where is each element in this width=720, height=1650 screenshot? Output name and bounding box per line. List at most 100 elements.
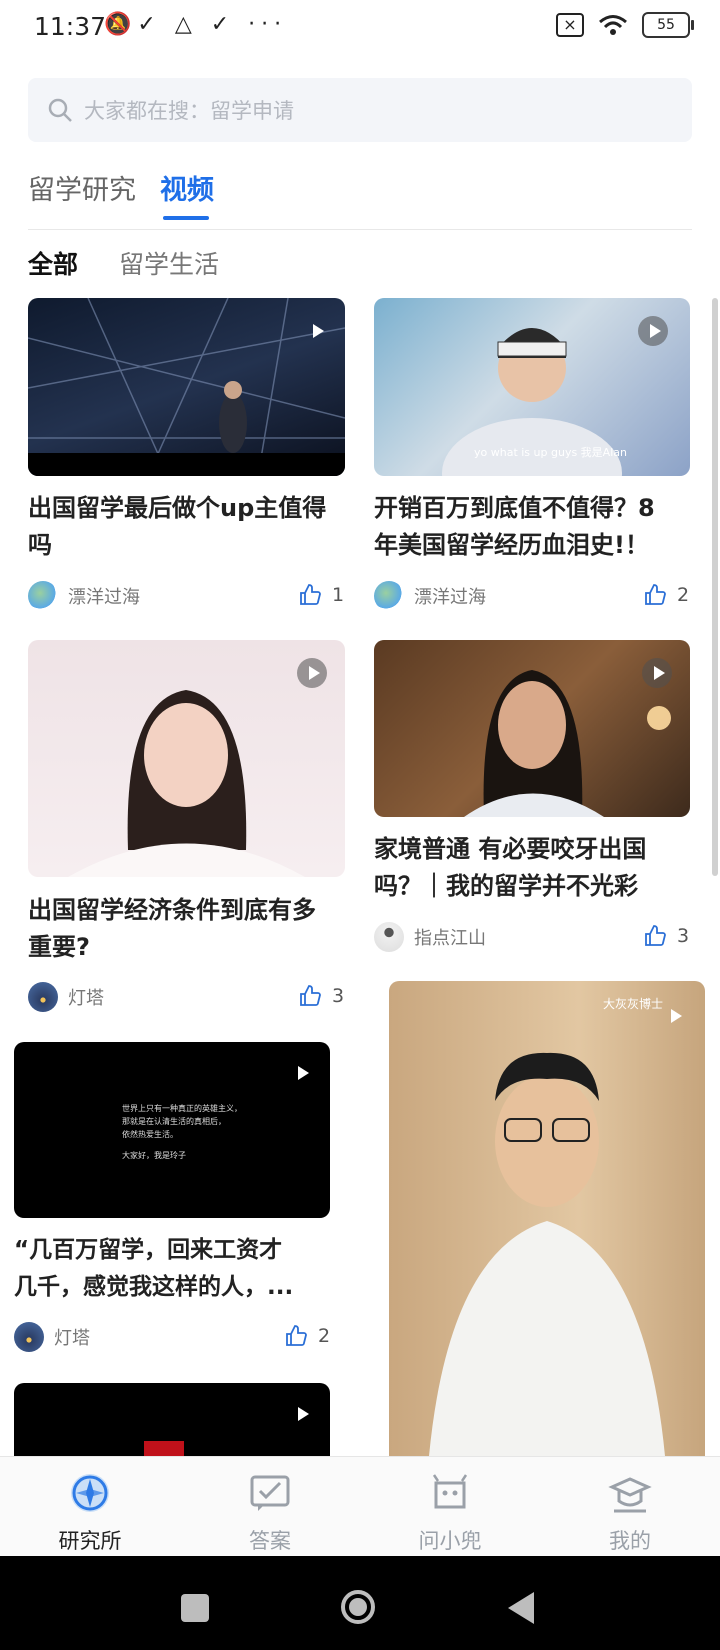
search-input[interactable]: 大家都在搜：留学申请 [28,78,692,142]
mute-icon: 🔕 [104,12,138,37]
message-check-icon [250,1475,290,1511]
title-line: 吗 [28,531,52,559]
author-name: 灯塔 [68,988,104,1009]
overlay-line: 大家好，我是玲子 [122,1151,186,1160]
play-icon [297,658,327,688]
nav-label: 我的 [609,1529,651,1553]
avatar [28,581,58,611]
status-right: × 55 [556,12,694,38]
like-count: 3 [677,925,690,947]
like-count: 2 [318,1325,331,1347]
video-title[interactable]: “几百万留学，回来工资才 几千，感觉我这样的人，... [14,1232,334,1306]
bottom-navigation: 研究所 答案 问小兜 我的 [0,1456,720,1557]
divider [28,229,692,230]
play-icon [301,316,331,346]
video-title[interactable]: 出国留学最后做个up主值得 吗 [28,490,348,564]
avatar [28,982,58,1012]
video-thumbnail[interactable] [374,640,690,817]
notification-icons-text: ✓ △ ✓ ··· [137,12,288,37]
graduation-cap-icon [608,1477,652,1513]
like-count: 1 [332,584,345,606]
home-button[interactable] [341,1590,375,1624]
title-line: 几千，感觉我这样的人，... [14,1274,294,1300]
thumbs-up-icon [300,584,321,605]
video-red-text [144,1441,184,1456]
video-caption: yo what is up guys 我是Alan [474,446,627,459]
title-line: 重要? [28,933,90,961]
avatar [374,581,404,611]
thumbs-up-icon [645,584,666,605]
play-icon [286,1399,316,1429]
tab-study-research[interactable]: 留学研究 [28,168,136,207]
overlay-line: 那就是在认清生活的真相后， [122,1117,226,1126]
status-time: 11:37 [34,12,107,41]
battery-indicator: 55 [642,12,694,38]
thumbs-up-icon [300,985,321,1006]
nav-answers[interactable]: 答案 [210,1471,330,1555]
recent-apps-button[interactable] [181,1594,209,1622]
thumbs-up-icon [286,1325,307,1346]
nav-label: 研究所 [58,1529,122,1553]
home-dot [349,1598,367,1616]
nav-label: 答案 [249,1529,291,1553]
author-name: 灯塔 [54,1328,90,1349]
no-sim-icon: × [556,13,584,37]
like-button[interactable]: 1 [298,583,344,607]
active-tab-indicator [163,216,209,220]
title-line: 吗？｜我的留学并不光彩 [374,872,638,900]
author-name: 漂洋过海 [414,587,486,608]
author[interactable]: 灯塔 [28,982,104,1012]
nav-ask-xiaodou[interactable]: 问小兜 [390,1471,510,1555]
tab-video[interactable]: 视频 [160,168,214,207]
video-thumbnail[interactable] [28,298,345,476]
like-count: 3 [332,985,345,1007]
like-button[interactable]: 2 [643,583,689,607]
title-line: 出国留学最后做个up主值得 [28,494,327,522]
video-thumbnail[interactable]: 大灰灰博士 [389,981,705,1456]
author-name: 漂洋过海 [68,587,140,608]
subtab-all[interactable]: 全部 [28,245,78,281]
video-thumbnail[interactable] [28,640,345,877]
author-name: 指点江山 [414,928,486,949]
like-button[interactable]: 3 [298,984,344,1008]
title-line: 年美国留学经历血泪史!！ [374,531,649,559]
video-thumbnail[interactable]: 世界上只有一种真正的英雄主义， 那就是在认清生活的真相后， 依然热爱生活。 大家… [14,1042,330,1218]
title-line: 开销百万到底值不值得？8 [374,494,655,522]
play-icon [286,1058,316,1088]
avatar [14,1322,44,1352]
play-icon [638,316,668,346]
robot-chat-icon [432,1474,468,1509]
like-button[interactable]: 2 [284,1324,330,1348]
like-button[interactable]: 3 [643,924,689,948]
video-watermark: 大灰灰博士 [602,997,663,1011]
status-notification-icons: 🔕✓ △ ✓ ··· [104,12,287,37]
author[interactable]: 漂洋过海 [374,581,486,611]
title-line: “几百万留学，回来工资才 [14,1237,283,1263]
author[interactable]: 灯塔 [14,1322,90,1352]
author[interactable]: 漂洋过海 [28,581,140,611]
overlay-line: 世界上只有一种真正的英雄主义， [122,1104,242,1113]
search-icon [46,96,74,124]
scrollbar[interactable] [712,298,718,876]
title-line: 家境普通 有必要咬牙出国 [374,835,647,863]
like-count: 2 [677,584,690,606]
nav-research[interactable]: 研究所 [30,1471,150,1555]
play-icon [642,658,672,688]
nav-label: 问小兜 [418,1529,482,1553]
system-navigation-bar [0,1556,720,1650]
video-overlay-text: 世界上只有一种真正的英雄主义， 那就是在认清生活的真相后， 依然热爱生活。 大家… [122,1102,242,1162]
author[interactable]: 指点江山 [374,922,486,952]
play-icon [659,1001,689,1031]
avatar [374,922,404,952]
overlay-line: 依然热爱生活。 [122,1130,178,1139]
video-title[interactable]: 开销百万到底值不值得？8 年美国留学经历血泪史!！ [374,490,694,564]
thumbs-up-icon [645,925,666,946]
back-button[interactable] [508,1592,534,1624]
video-title[interactable]: 出国留学经济条件到底有多 重要? [28,892,348,966]
video-thumbnail[interactable] [14,1383,330,1456]
subtab-study-life[interactable]: 留学生活 [119,245,219,281]
title-line: 出国留学经济条件到底有多 [28,896,316,924]
nav-me[interactable]: 我的 [570,1471,690,1555]
video-thumbnail[interactable]: yo what is up guys 我是Alan [374,298,690,476]
video-title[interactable]: 家境普通 有必要咬牙出国 吗？｜我的留学并不光彩 [374,831,694,905]
